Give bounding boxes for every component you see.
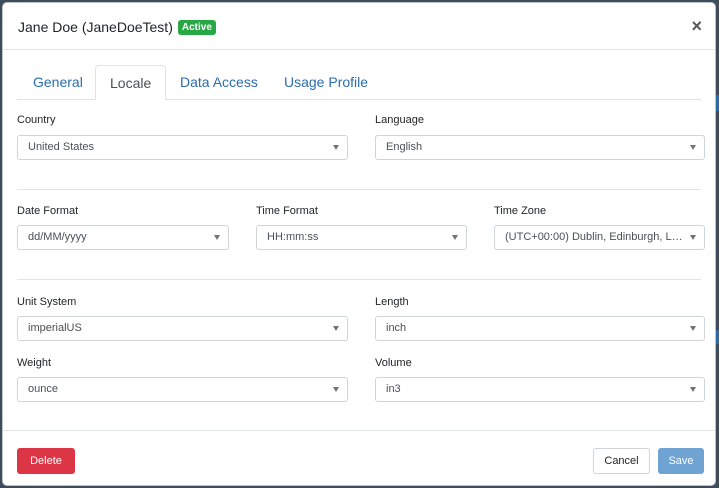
time-zone-value: (UTC+00:00) Dublin, Edinburgh, Lisbon, L… bbox=[505, 231, 704, 243]
unit-system-label: Unit System bbox=[17, 296, 77, 308]
section-divider bbox=[17, 189, 701, 190]
language-label: Language bbox=[375, 114, 424, 126]
date-format-select[interactable]: dd/MM/yyyy bbox=[17, 225, 229, 250]
weight-label: Weight bbox=[17, 357, 52, 369]
time-format-value: HH:mm:ss bbox=[267, 231, 319, 243]
language-select[interactable]: English bbox=[375, 135, 705, 160]
modal-title: Jane Doe (JaneDoeTest) Active bbox=[18, 19, 216, 35]
chevron-down-icon bbox=[333, 145, 339, 150]
tab-general[interactable]: General bbox=[19, 65, 97, 99]
date-format-label: Date Format bbox=[17, 205, 79, 217]
chevron-down-icon bbox=[452, 235, 458, 240]
country-select[interactable]: United States bbox=[17, 135, 348, 160]
user-name: Jane Doe (JaneDoeTest) bbox=[18, 19, 173, 35]
unit-system-value: imperialUS bbox=[28, 322, 82, 334]
weight-select[interactable]: ounce bbox=[17, 377, 348, 402]
chevron-down-icon bbox=[690, 235, 696, 240]
cancel-button[interactable]: Cancel bbox=[593, 448, 650, 474]
status-badge: Active bbox=[177, 19, 216, 35]
chevron-down-icon bbox=[690, 387, 696, 392]
close-icon[interactable]: × bbox=[691, 17, 702, 35]
save-button[interactable]: Save bbox=[658, 448, 704, 474]
section-divider bbox=[17, 279, 701, 280]
chevron-down-icon bbox=[690, 326, 696, 331]
date-format-value: dd/MM/yyyy bbox=[28, 231, 87, 243]
volume-value: in3 bbox=[386, 383, 401, 395]
length-label: Length bbox=[375, 296, 409, 308]
chevron-down-icon bbox=[690, 145, 696, 150]
length-value: inch bbox=[386, 322, 407, 334]
country-label: Country bbox=[17, 114, 56, 126]
tab-usage-profile[interactable]: Usage Profile bbox=[270, 65, 382, 99]
language-value: English bbox=[386, 141, 423, 153]
tab-locale[interactable]: Locale bbox=[95, 65, 167, 100]
chevron-down-icon bbox=[333, 387, 339, 392]
time-zone-select[interactable]: (UTC+00:00) Dublin, Edinburgh, Lisbon, L… bbox=[494, 225, 705, 250]
country-value: United States bbox=[28, 141, 95, 153]
modal-footer: Delete Cancel Save bbox=[3, 430, 715, 485]
volume-label: Volume bbox=[375, 357, 412, 369]
volume-select[interactable]: in3 bbox=[375, 377, 705, 402]
time-zone-label: Time Zone bbox=[494, 205, 547, 217]
modal-header: Jane Doe (JaneDoeTest) Active × bbox=[3, 3, 715, 50]
unit-system-select[interactable]: imperialUS bbox=[17, 316, 348, 341]
tab-data-access[interactable]: Data Access bbox=[166, 65, 272, 99]
chevron-down-icon bbox=[333, 326, 339, 331]
tab-bar: General Locale Data Access Usage Profile bbox=[17, 65, 701, 100]
time-format-select[interactable]: HH:mm:ss bbox=[256, 225, 467, 250]
time-format-label: Time Format bbox=[256, 205, 318, 217]
chevron-down-icon bbox=[214, 235, 220, 240]
weight-value: ounce bbox=[28, 383, 58, 395]
length-select[interactable]: inch bbox=[375, 316, 705, 341]
user-modal: Jane Doe (JaneDoeTest) Active × General … bbox=[2, 2, 716, 486]
delete-button[interactable]: Delete bbox=[17, 448, 75, 474]
